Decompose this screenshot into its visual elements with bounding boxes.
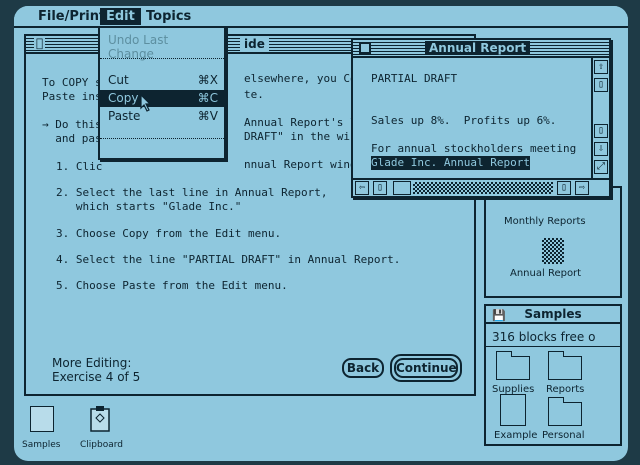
annual-report-titlebar[interactable]: Annual Report (353, 40, 609, 58)
step-4-text: 4. Select the line "PARTIAL DRAFT" in An… (56, 253, 401, 266)
samples-disk-icon[interactable] (30, 406, 54, 432)
annual-report-window: Annual Report PARTIAL DRAFT Sales up 8%.… (351, 38, 611, 198)
instruction-text: → Do this (42, 118, 102, 131)
intro-text: Paste ins (42, 90, 102, 103)
menu-item-paste[interactable]: Paste ⌘V (100, 108, 224, 125)
personal-folder-icon[interactable] (547, 397, 582, 426)
document-line[interactable]: For annual stockholders meeting (371, 142, 576, 156)
page-right-icon[interactable]: ▯ (557, 181, 571, 195)
vertical-scrollbar[interactable]: ⇧ ▯ ▯ ⇩ ⤢ (591, 58, 609, 178)
menu-item-cut-label: Cut (108, 73, 129, 87)
document-line[interactable]: Sales up 8%. Profits up 6%. (371, 114, 556, 128)
menu-edit[interactable]: Edit (100, 8, 141, 25)
edit-menu-dropdown: Undo Last Change Cut ⌘X Copy ⌘C Paste ⌘V (98, 26, 226, 160)
menu-item-cut[interactable]: Cut ⌘X (100, 72, 224, 89)
apple-icon[interactable]:  (34, 36, 46, 50)
samples-window-title: Samples (524, 307, 582, 321)
menu-separator (100, 58, 224, 59)
close-box-icon[interactable] (359, 42, 371, 54)
reports-folder-icon[interactable] (547, 351, 582, 380)
reports-label[interactable]: Reports (546, 384, 584, 395)
menu-item-paste-label: Paste (108, 109, 141, 123)
selected-document-line[interactable]: Glade Inc. Annual Report (371, 156, 530, 170)
scroll-track[interactable] (413, 182, 553, 194)
resize-box-icon[interactable]: ⤢ (594, 160, 608, 174)
annual-report-document[interactable]: PARTIAL DRAFT Sales up 8%. Profits up 6%… (353, 60, 593, 180)
step-2-text: which starts "Glade Inc." (56, 200, 242, 213)
document-icon[interactable] (542, 238, 564, 264)
step-1-text: nnual Report windo (244, 158, 364, 171)
lesson-section-label: More Editing: (52, 356, 132, 370)
menu-item-cut-shortcut: ⌘X (197, 73, 218, 87)
supplies-folder-icon[interactable] (495, 351, 530, 380)
screen: File/Print Edit Topics Undo Last Change … (14, 6, 628, 461)
divider (486, 346, 620, 347)
page-down-icon[interactable]: ▯ (594, 124, 608, 138)
menu-item-paste-shortcut: ⌘V (197, 109, 218, 123)
example-label[interactable]: Example (494, 430, 537, 441)
scroll-left-arrow-icon[interactable]: ⇦ (355, 181, 369, 195)
example-document-icon[interactable] (500, 394, 526, 426)
continue-button[interactable]: Continue (394, 358, 458, 378)
menu-item-undo-label: Undo Last Change (108, 33, 169, 61)
menu-bar: File/Print Edit Topics (14, 6, 628, 28)
instruction-text: and pas (42, 132, 102, 145)
free-space-label: 316 blocks free o (492, 330, 596, 344)
tutorial-window-title: ide (240, 37, 269, 51)
reports-window: Monthly Reports Annual Report (484, 186, 622, 298)
step-1-text: 1. Clic (56, 160, 103, 173)
intro-text: te. (244, 88, 264, 101)
menu-item-copy-shortcut: ⌘C (197, 91, 218, 105)
samples-window: 💾 Samples 316 blocks free o Supplies Rep… (484, 304, 622, 446)
instruction-text: DRAFT" in the win (244, 130, 357, 143)
horizontal-scrollbar[interactable]: ⇦ ▯ ▯ ⇨ (353, 178, 609, 196)
menu-item-undo[interactable]: Undo Last Change (100, 32, 224, 61)
document-line[interactable]: PARTIAL DRAFT (371, 72, 457, 86)
step-5-text: 5. Choose Paste from the Edit menu. (56, 279, 288, 292)
clipboard-label[interactable]: Clipboard (78, 440, 125, 450)
pointer-cursor-icon (140, 94, 152, 112)
clipboard-icon[interactable] (88, 404, 112, 434)
exercise-progress-label: Exercise 4 of 5 (52, 370, 141, 384)
monthly-reports-label[interactable]: Monthly Reports (504, 216, 586, 227)
page-left-icon[interactable]: ▯ (373, 181, 387, 195)
scroll-down-arrow-icon[interactable]: ⇩ (594, 142, 608, 156)
scroll-thumb[interactable] (393, 181, 411, 195)
samples-window-titlebar[interactable]: 💾 Samples (486, 306, 620, 324)
disk-icon[interactable]: 💾 (492, 308, 506, 324)
step-3-text: 3. Choose Copy from the Edit menu. (56, 227, 282, 240)
instruction-text: Annual Report's la (244, 116, 364, 129)
annual-report-title: Annual Report (425, 41, 531, 55)
menu-item-copy-label: Copy (108, 91, 139, 105)
samples-disk-label[interactable]: Samples (20, 440, 63, 450)
page-up-icon[interactable]: ▯ (594, 78, 608, 92)
menu-topics[interactable]: Topics (140, 8, 197, 25)
scroll-up-arrow-icon[interactable]: ⇧ (594, 60, 608, 74)
intro-text: To COPY s (42, 76, 102, 89)
menu-separator (100, 138, 224, 139)
personal-label[interactable]: Personal (542, 430, 585, 441)
menu-item-copy[interactable]: Copy ⌘C (100, 90, 224, 107)
scroll-right-arrow-icon[interactable]: ⇨ (575, 181, 589, 195)
intro-text: elsewhere, you Co (244, 72, 357, 85)
step-2-text: 2. Select the last line in Annual Report… (56, 186, 328, 199)
back-button[interactable]: Back (342, 358, 384, 378)
annual-report-icon-label[interactable]: Annual Report (510, 268, 581, 279)
